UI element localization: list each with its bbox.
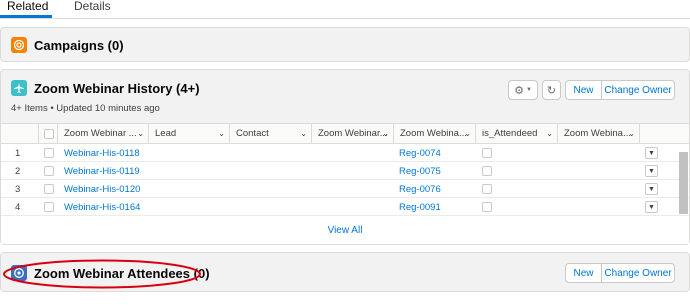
row-actions-menu[interactable]: ▼ xyxy=(645,165,658,177)
webinar-history-link[interactable]: Webinar-His-0119 xyxy=(64,162,140,180)
column-header-select xyxy=(39,124,58,144)
highlight-ellipse xyxy=(3,259,201,289)
chevron-down-icon[interactable]: ⌄ xyxy=(628,129,635,138)
gear-icon: ⚙ xyxy=(514,84,524,97)
campaigns-card: Campaigns (0) xyxy=(0,27,690,62)
chevron-down-icon: ▼ xyxy=(648,185,655,193)
row-number: 4 xyxy=(15,201,21,213)
column-header-actions xyxy=(640,124,689,144)
column-header-zoom-webinar[interactable]: Zoom Webinar... ⌄ xyxy=(312,124,394,144)
campaign-icon xyxy=(11,37,27,53)
column-header-lead[interactable]: Lead ⌄ xyxy=(149,124,230,144)
row-checkbox[interactable] xyxy=(44,148,54,158)
active-tab-indicator xyxy=(0,15,52,18)
row-number: 1 xyxy=(15,147,21,159)
column-header-zoom-webinar-2[interactable]: Zoom Webina... ⌄ xyxy=(558,124,640,144)
table-row[interactable]: 4 Webinar-His-0164 Reg-0091 ▼ xyxy=(1,198,689,216)
column-header-contact[interactable]: Contact ⌄ xyxy=(230,124,312,144)
chevron-down-icon: ▼ xyxy=(648,149,655,157)
column-header-rownum xyxy=(1,124,39,144)
column-header-is-attended[interactable]: is_Attendeed ⌄ xyxy=(476,124,558,144)
table-row[interactable]: 3 Webinar-His-0120 Reg-0076 ▼ xyxy=(1,180,689,198)
is-attended-checkbox xyxy=(482,202,492,212)
is-attended-checkbox xyxy=(482,148,492,158)
column-header-webinar[interactable]: Zoom Webinar ... ⌄ xyxy=(58,124,149,144)
chevron-down-icon: ▼ xyxy=(648,167,655,175)
is-attended-checkbox xyxy=(482,184,492,194)
table-row[interactable]: 1 Webinar-His-0118 Reg-0074 ▼ xyxy=(1,144,689,162)
row-checkbox[interactable] xyxy=(44,184,54,194)
chevron-down-icon[interactable]: ⌄ xyxy=(218,129,225,138)
history-new-button[interactable]: New xyxy=(565,80,602,100)
view-all-link[interactable]: View All xyxy=(1,225,689,236)
campaigns-title[interactable]: Campaigns (0) xyxy=(34,38,124,53)
settings-menu-button[interactable]: ⚙ ▼ xyxy=(508,80,538,100)
chevron-down-icon[interactable]: ⌄ xyxy=(546,129,553,138)
history-change-owner-button[interactable]: Change Owner xyxy=(601,80,675,100)
webinar-history-link[interactable]: Webinar-His-0164 xyxy=(64,198,140,216)
webinar-history-title[interactable]: Zoom Webinar History (4+) xyxy=(34,81,200,96)
registrant-link[interactable]: Reg-0074 xyxy=(399,144,441,162)
tab-bar: Related Details xyxy=(0,0,690,19)
row-number: 2 xyxy=(15,165,21,177)
table-scrollbar[interactable] xyxy=(679,152,688,214)
column-header-registrant[interactable]: Zoom Webina... ⌄ xyxy=(394,124,476,144)
row-number: 3 xyxy=(15,183,21,195)
chevron-down-icon[interactable]: ⌄ xyxy=(300,129,307,138)
select-all-checkbox[interactable] xyxy=(44,128,54,139)
chevron-down-icon: ▼ xyxy=(525,87,532,93)
refresh-button[interactable]: ↻ xyxy=(542,80,561,100)
attendees-change-owner-button[interactable]: Change Owner xyxy=(601,263,675,283)
chevron-down-icon[interactable]: ⌄ xyxy=(382,129,389,138)
registrant-link[interactable]: Reg-0075 xyxy=(399,162,441,180)
webinar-history-subtitle: 4+ Items • Updated 10 minutes ago xyxy=(11,103,160,114)
is-attended-checkbox xyxy=(482,166,492,176)
chevron-down-icon: ▼ xyxy=(648,203,655,211)
chevron-down-icon[interactable]: ⌄ xyxy=(464,129,471,138)
airplane-icon xyxy=(11,80,27,96)
webinar-history-table: Zoom Webinar ... ⌄ Lead ⌄ Contact ⌄ Zoom We… xyxy=(1,123,689,244)
row-checkbox[interactable] xyxy=(44,202,54,212)
chevron-down-icon[interactable]: ⌄ xyxy=(137,129,144,138)
row-checkbox[interactable] xyxy=(44,166,54,176)
refresh-icon: ↻ xyxy=(546,84,557,97)
registrant-link[interactable]: Reg-0091 xyxy=(399,198,441,216)
webinar-history-link[interactable]: Webinar-His-0118 xyxy=(64,144,140,162)
webinar-history-link[interactable]: Webinar-His-0120 xyxy=(64,180,140,198)
attendees-new-button[interactable]: New xyxy=(565,263,602,283)
row-actions-menu[interactable]: ▼ xyxy=(645,147,658,159)
tab-details[interactable]: Details xyxy=(74,0,111,19)
row-actions-menu[interactable]: ▼ xyxy=(645,201,658,213)
row-actions-menu[interactable]: ▼ xyxy=(645,183,658,195)
table-row[interactable]: 2 Webinar-His-0119 Reg-0075 ▼ xyxy=(1,162,689,180)
registrant-link[interactable]: Reg-0076 xyxy=(399,180,441,198)
